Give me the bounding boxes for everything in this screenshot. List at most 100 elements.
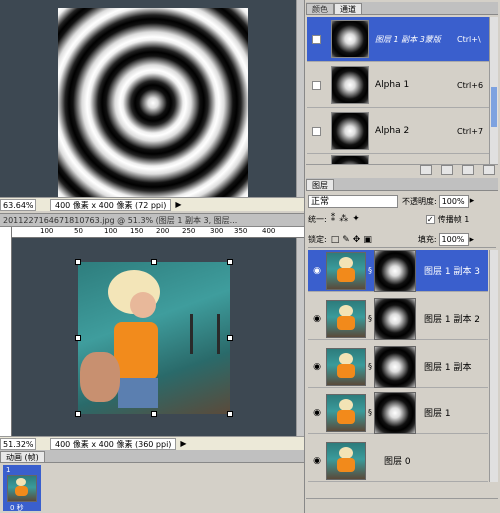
top-status-bar: 63.64% 400 像素 x 400 像素 (72 ppi) ▶ — [0, 197, 304, 211]
girl-face — [130, 292, 156, 318]
play-arrow-icon[interactable]: ▶ — [180, 439, 186, 448]
channel-row-mask[interactable]: 图层 1 副本 3蒙版 Ctrl+\ — [307, 17, 489, 62]
ruler-tick: 100 — [40, 227, 54, 235]
lock-all-icon[interactable]: ▣ — [363, 235, 372, 245]
layer-thumbnail — [326, 441, 366, 480]
visibility-checkbox[interactable] — [312, 80, 321, 90]
blend-mode-select[interactable]: 正常 — [308, 194, 398, 208]
opacity-label: 不透明度: — [402, 196, 437, 206]
layer-mask-thumbnail[interactable] — [374, 297, 416, 340]
layer-mask-thumbnail[interactable] — [374, 391, 416, 434]
channels-bottom-toolbar — [306, 164, 498, 176]
layers-options-row: 正常 不透明度: 100% ▸ — [308, 193, 496, 209]
tab-color[interactable]: 颜色 — [306, 3, 334, 14]
frame-thumbnail — [7, 475, 37, 502]
opacity-field[interactable]: 100% — [438, 194, 469, 208]
trash-icon[interactable] — [483, 165, 495, 175]
top-document-canvas-area — [0, 0, 303, 198]
transform-handle-icon[interactable] — [75, 411, 81, 417]
layer-mask-thumbnail[interactable] — [374, 345, 416, 388]
visibility-checkbox[interactable] — [312, 34, 321, 44]
layer-row[interactable]: ◉ § 图层 1 — [308, 391, 488, 434]
top-right-scrollbar[interactable] — [296, 0, 304, 197]
layer-row[interactable]: ◉ 图层 0 — [308, 440, 488, 482]
ruler-tick: 400 — [262, 227, 276, 235]
lock-paint-icon[interactable]: ✎ — [342, 235, 350, 245]
unify-position-icon[interactable]: ⁑ — [331, 214, 336, 224]
save-selection-icon[interactable] — [441, 165, 454, 175]
transform-handle-icon[interactable] — [227, 335, 233, 341]
layer-name: 图层 1 — [424, 409, 451, 419]
eye-icon[interactable]: ◉ — [311, 456, 323, 466]
chevron-down-icon[interactable]: ▸ — [470, 196, 475, 206]
eye-icon[interactable]: ◉ — [311, 408, 323, 418]
frame-number: 1 — [6, 466, 11, 474]
layer-thumbnail — [326, 299, 366, 338]
scroll-thumb[interactable] — [491, 87, 497, 127]
animation-panel: 1 0 秒 — [0, 463, 304, 513]
eye-icon[interactable]: ◉ — [311, 314, 323, 324]
transform-handle-icon[interactable] — [151, 259, 157, 265]
layer-row[interactable]: ◉ § 图层 1 副本 3 — [308, 249, 488, 292]
layers-bottom-toolbar — [306, 498, 498, 511]
channel-thumbnail — [331, 155, 369, 164]
eye-icon[interactable]: ◉ — [311, 362, 323, 372]
transform-handle-icon[interactable] — [75, 259, 81, 265]
load-selection-icon[interactable] — [420, 165, 433, 175]
channel-shortcut: Ctrl+6 — [457, 80, 484, 90]
concentric-rings-image — [58, 8, 248, 198]
transform-handle-icon[interactable] — [227, 411, 233, 417]
channel-thumbnail — [331, 112, 369, 150]
propagate-checkbox[interactable]: ✓ — [425, 214, 435, 224]
channels-scrollbar[interactable] — [489, 17, 498, 164]
bottom-zoom-field[interactable]: 51.32% — [0, 437, 36, 450]
chevron-down-icon[interactable]: ▸ — [470, 235, 475, 245]
lock-transparency-icon[interactable]: □ — [331, 235, 340, 245]
fill-field[interactable]: 100% — [438, 233, 469, 246]
lock-move-icon[interactable]: ✥ — [353, 235, 361, 245]
channel-thumbnail — [331, 66, 369, 104]
frame-time[interactable]: 0 秒 — [10, 503, 24, 513]
channel-row-alpha2[interactable]: Alpha 2 Ctrl+7 — [307, 109, 489, 154]
layer-thumbnail — [326, 347, 366, 386]
new-channel-icon[interactable] — [462, 165, 475, 175]
tab-layers[interactable]: 图层 — [306, 179, 334, 190]
layer-thumbnail — [326, 393, 366, 432]
chain-link-icon[interactable]: § — [368, 362, 372, 371]
layer-row[interactable]: ◉ § 图层 1 副本 2 — [308, 297, 488, 340]
ruler-tick: 300 — [210, 227, 224, 235]
animation-frame[interactable]: 1 0 秒 — [3, 465, 41, 513]
vertical-ruler — [0, 227, 12, 436]
layer-mask-thumbnail[interactable] — [374, 249, 416, 292]
unify-style-icon[interactable]: ✦ — [352, 214, 360, 224]
channel-row-alpha1[interactable]: Alpha 1 Ctrl+6 — [307, 63, 489, 108]
bottom-document-canvas-area — [12, 238, 296, 436]
top-zoom-field[interactable]: 63.64% — [0, 198, 36, 211]
transform-handle-icon[interactable] — [75, 335, 81, 341]
play-arrow-icon[interactable]: ▶ — [175, 200, 181, 209]
ruler-tick: 150 — [130, 227, 144, 235]
ruler-tick: 250 — [182, 227, 196, 235]
lock-label: 锁定: — [308, 235, 327, 244]
bottom-right-scrollbar[interactable] — [296, 238, 304, 436]
chain-link-icon[interactable]: § — [368, 408, 372, 417]
unify-visibility-icon[interactable]: ⁂ — [339, 214, 348, 224]
transform-handle-icon[interactable] — [151, 411, 157, 417]
ruler-tick: 100 — [104, 227, 118, 235]
tab-animation[interactable]: 动画 (帧) — [0, 451, 45, 462]
chain-link-icon[interactable]: § — [368, 266, 372, 275]
man-head — [80, 352, 120, 402]
channels-panel-tabbar: 颜色 通道 — [306, 2, 498, 15]
animation-panel-tabbar: 动画 (帧) — [0, 450, 304, 463]
layer-row[interactable]: ◉ § 图层 1 副本 — [308, 345, 488, 388]
tab-channels[interactable]: 通道 — [334, 3, 362, 14]
channel-row-partial — [307, 155, 489, 164]
layer-name: 图层 1 副本 2 — [424, 315, 481, 325]
photo-layer-image[interactable] — [78, 262, 230, 414]
transform-handle-icon[interactable] — [227, 259, 233, 265]
layers-scrollbar[interactable] — [489, 250, 498, 482]
bottom-document-titlebar[interactable]: 20112271646718107​63.jpg @ 51.3% (图层 1 副… — [0, 213, 304, 227]
visibility-checkbox[interactable] — [312, 126, 321, 136]
eye-icon[interactable]: ◉ — [311, 266, 323, 276]
chain-link-icon[interactable]: § — [368, 314, 372, 323]
